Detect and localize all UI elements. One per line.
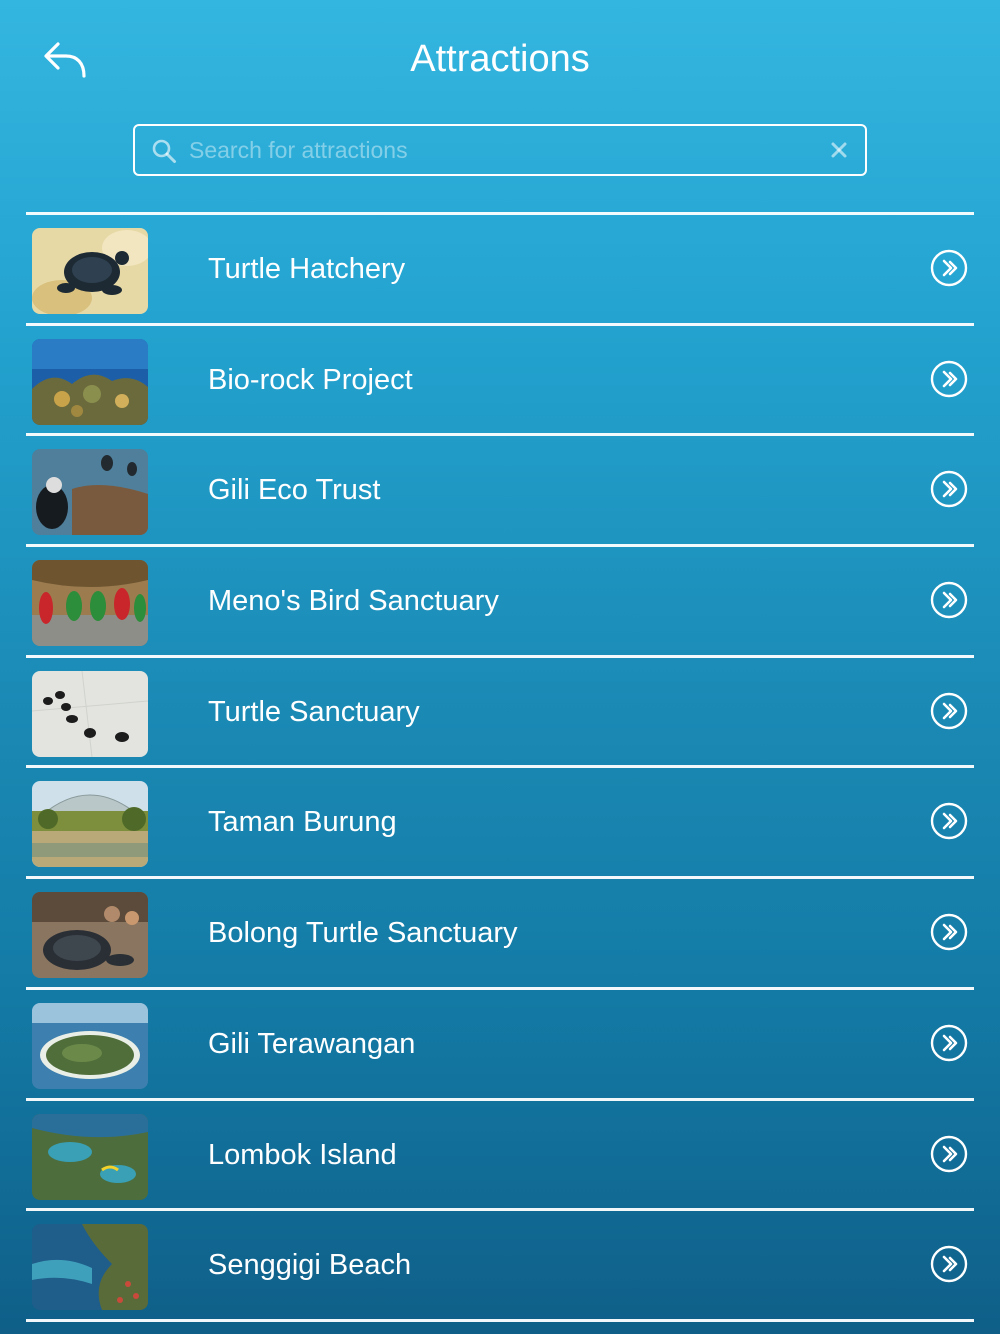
search-bar[interactable] xyxy=(133,124,867,176)
list-item[interactable]: Turtle Hatchery xyxy=(26,215,974,323)
chevron-right-circle-icon[interactable] xyxy=(929,801,969,841)
list-item-label: Bolong Turtle Sanctuary xyxy=(208,917,518,950)
list-item-label: Meno's Bird Sanctuary xyxy=(208,585,499,618)
chevron-right-circle-icon[interactable] xyxy=(929,359,969,399)
list-item-label: Gili Terawangan xyxy=(208,1027,416,1060)
chevron-right-circle-icon[interactable] xyxy=(929,1244,969,1284)
list-item[interactable]: Gili Terawangan xyxy=(26,990,974,1098)
search-icon xyxy=(152,139,176,163)
chevron-right-circle-icon[interactable] xyxy=(929,912,969,952)
page-title: Attractions xyxy=(410,38,590,80)
list-item[interactable]: Bio-rock Project xyxy=(26,326,974,434)
list-item[interactable]: Senggigi Beach xyxy=(26,1211,974,1319)
senggigi-coast-photo xyxy=(32,1224,148,1311)
turtle-hatchery-photo xyxy=(32,228,148,314)
chevron-right-circle-icon[interactable] xyxy=(929,691,969,731)
attractions-list: Turtle Hatchery Bio-rock Project Gili Ec… xyxy=(26,212,974,1322)
lombok-coast-photo xyxy=(32,1113,148,1200)
baby-turtles-photo xyxy=(32,670,148,757)
divider xyxy=(26,1318,974,1322)
list-item-label: Bio-rock Project xyxy=(208,363,413,396)
list-item[interactable]: Lombok Island xyxy=(26,1101,974,1209)
list-item[interactable]: Bolong Turtle Sanctuary xyxy=(26,879,974,987)
list-item-label: Turtle Sanctuary xyxy=(208,695,420,728)
island-aerial-photo xyxy=(32,1002,148,1089)
bird-park-photo xyxy=(32,781,148,868)
coral-reef-photo xyxy=(32,338,148,425)
divers-photo xyxy=(32,449,148,536)
chevron-right-circle-icon[interactable] xyxy=(929,248,969,288)
list-item[interactable]: Gili Eco Trust xyxy=(26,436,974,544)
list-item-label: Gili Eco Trust xyxy=(208,474,381,507)
chevron-right-circle-icon[interactable] xyxy=(929,469,969,509)
parrots-photo xyxy=(32,560,148,647)
list-item-label: Turtle Hatchery xyxy=(208,253,406,285)
list-item[interactable]: Meno's Bird Sanctuary xyxy=(26,547,974,655)
header-bar: Attractions xyxy=(0,0,1000,118)
search-input[interactable] xyxy=(189,132,809,168)
list-item[interactable]: Taman Burung xyxy=(26,768,974,876)
list-item-label: Senggigi Beach xyxy=(208,1249,412,1282)
chevron-right-circle-icon[interactable] xyxy=(929,1023,969,1063)
list-item-label: Lombok Island xyxy=(208,1138,397,1171)
list-item[interactable]: Turtle Sanctuary xyxy=(26,658,974,766)
sea-turtle-photo xyxy=(32,892,148,979)
clear-x-icon[interactable] xyxy=(825,136,853,164)
chevron-right-circle-icon[interactable] xyxy=(929,580,969,620)
list-item-label: Taman Burung xyxy=(208,806,397,839)
chevron-right-circle-icon[interactable] xyxy=(929,1134,969,1174)
